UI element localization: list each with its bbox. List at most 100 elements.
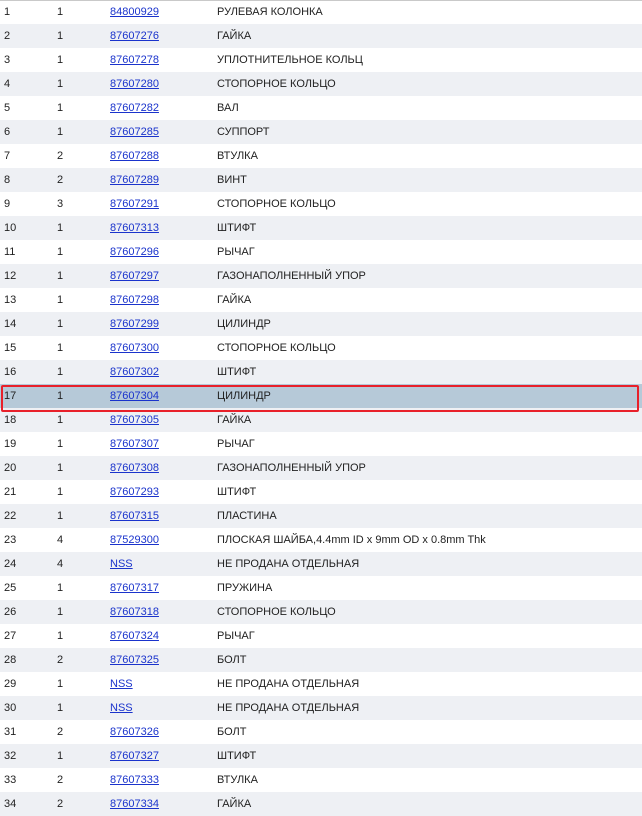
row-part-number-cell: 87607308 xyxy=(110,456,217,480)
part-number-link[interactable]: 87607334 xyxy=(110,798,159,810)
table-row[interactable]: 6187607285СУППОРТ xyxy=(0,120,642,144)
part-number-link[interactable]: 87607278 xyxy=(110,54,159,66)
row-quantity: 1 xyxy=(57,432,110,456)
table-row[interactable]: 9387607291СТОПОРНОЕ КОЛЬЦО xyxy=(0,192,642,216)
row-part-number-cell: 87607291 xyxy=(110,192,217,216)
row-quantity: 1 xyxy=(57,408,110,432)
table-row[interactable]: 18187607305ГАЙКА xyxy=(0,408,642,432)
row-part-name: ШТИФТ xyxy=(217,744,642,768)
table-row[interactable]: 2187607276ГАЙКА xyxy=(0,24,642,48)
table-row[interactable]: 3187607278УПЛОТНИТЕЛЬНОЕ КОЛЬЦ xyxy=(0,48,642,72)
row-position: 23 xyxy=(0,528,57,552)
row-part-name: РЫЧАГ xyxy=(217,240,642,264)
row-part-number-cell: NSS xyxy=(110,672,217,696)
row-position: 31 xyxy=(0,720,57,744)
row-part-number-cell: 87607298 xyxy=(110,288,217,312)
table-row[interactable]: 244NSSНЕ ПРОДАНА ОТДЕЛЬНАЯ xyxy=(0,552,642,576)
row-part-number-cell: 87607304 xyxy=(110,384,217,408)
part-number-link[interactable]: 87607288 xyxy=(110,150,159,162)
row-part-name: ГАЙКА xyxy=(217,24,642,48)
part-number-link[interactable]: 87529300 xyxy=(110,534,159,546)
table-row[interactable]: 32187607327ШТИФТ xyxy=(0,744,642,768)
part-number-link[interactable]: 87607304 xyxy=(110,390,159,402)
table-row[interactable]: 19187607307РЫЧАГ xyxy=(0,432,642,456)
table-row[interactable]: 20187607308ГАЗОНАПОЛНЕННЫЙ УПОР xyxy=(0,456,642,480)
table-row[interactable]: 291NSSНЕ ПРОДАНА ОТДЕЛЬНАЯ xyxy=(0,672,642,696)
row-quantity: 1 xyxy=(57,1,110,25)
part-number-link[interactable]: 87607307 xyxy=(110,438,159,450)
table-row-selected[interactable]: 17187607304ЦИЛИНДР xyxy=(0,384,642,408)
table-row[interactable]: 7287607288ВТУЛКА xyxy=(0,144,642,168)
part-number-link[interactable]: 87607291 xyxy=(110,198,159,210)
part-number-link[interactable]: 87607289 xyxy=(110,174,159,186)
part-number-link[interactable]: 87607293 xyxy=(110,486,159,498)
part-number-link[interactable]: 87607305 xyxy=(110,414,159,426)
row-position: 32 xyxy=(0,744,57,768)
part-number-link[interactable]: 87607300 xyxy=(110,342,159,354)
row-part-name: РУЛЕВАЯ КОЛОНКА xyxy=(217,1,642,25)
table-row[interactable]: 26187607318СТОПОРНОЕ КОЛЬЦО xyxy=(0,600,642,624)
part-number-link[interactable]: 87607308 xyxy=(110,462,159,474)
table-row[interactable]: 21187607293ШТИФТ xyxy=(0,480,642,504)
part-number-link[interactable]: 87607296 xyxy=(110,246,159,258)
table-row[interactable]: 10187607313ШТИФТ xyxy=(0,216,642,240)
part-number-link[interactable]: 87607326 xyxy=(110,726,159,738)
row-position: 26 xyxy=(0,600,57,624)
row-position: 1 xyxy=(0,1,57,25)
row-quantity: 2 xyxy=(57,768,110,792)
table-row[interactable]: 34287607334ГАЙКА xyxy=(0,792,642,816)
part-number-link[interactable]: 87607302 xyxy=(110,366,159,378)
row-position: 12 xyxy=(0,264,57,288)
table-row[interactable]: 12187607297ГАЗОНАПОЛНЕННЫЙ УПОР xyxy=(0,264,642,288)
table-row[interactable]: 25187607317ПРУЖИНА xyxy=(0,576,642,600)
table-row[interactable]: 22187607315ПЛАСТИНА xyxy=(0,504,642,528)
row-part-name: ГАЗОНАПОЛНЕННЫЙ УПОР xyxy=(217,456,642,480)
table-row[interactable]: 4187607280СТОПОРНОЕ КОЛЬЦО xyxy=(0,72,642,96)
part-number-link[interactable]: NSS xyxy=(110,558,133,570)
part-number-link[interactable]: 87607298 xyxy=(110,294,159,306)
table-row[interactable]: 14187607299ЦИЛИНДР xyxy=(0,312,642,336)
part-number-link[interactable]: NSS xyxy=(110,702,133,714)
part-number-link[interactable]: 87607317 xyxy=(110,582,159,594)
part-number-link[interactable]: 87607276 xyxy=(110,30,159,42)
table-row[interactable]: 23487529300ПЛОСКАЯ ШАЙБА,4.4mm ID x 9mm … xyxy=(0,528,642,552)
table-row[interactable]: 301NSSНЕ ПРОДАНА ОТДЕЛЬНАЯ xyxy=(0,696,642,720)
row-position: 13 xyxy=(0,288,57,312)
row-part-number-cell: 87607305 xyxy=(110,408,217,432)
part-number-link[interactable]: 84800929 xyxy=(110,6,159,18)
row-part-number-cell: NSS xyxy=(110,696,217,720)
part-number-link[interactable]: 87607285 xyxy=(110,126,159,138)
row-part-number-cell: 87607324 xyxy=(110,624,217,648)
part-number-link[interactable]: 87607318 xyxy=(110,606,159,618)
table-row[interactable]: 27187607324РЫЧАГ xyxy=(0,624,642,648)
row-part-number-cell: 87607300 xyxy=(110,336,217,360)
row-part-name: СТОПОРНОЕ КОЛЬЦО xyxy=(217,600,642,624)
table-row[interactable]: 16187607302ШТИФТ xyxy=(0,360,642,384)
table-row[interactable]: 33287607333ВТУЛКА xyxy=(0,768,642,792)
part-number-link[interactable]: 87607325 xyxy=(110,654,159,666)
table-row[interactable]: 8287607289ВИНТ xyxy=(0,168,642,192)
table-row[interactable]: 31287607326БОЛТ xyxy=(0,720,642,744)
part-number-link[interactable]: 87607315 xyxy=(110,510,159,522)
row-position: 22 xyxy=(0,504,57,528)
table-row[interactable]: 5187607282ВАЛ xyxy=(0,96,642,120)
part-number-link[interactable]: 87607299 xyxy=(110,318,159,330)
row-part-name: ВТУЛКА xyxy=(217,144,642,168)
part-number-link[interactable]: 87607313 xyxy=(110,222,159,234)
part-number-link[interactable]: 87607327 xyxy=(110,750,159,762)
table-row[interactable]: 28287607325БОЛТ xyxy=(0,648,642,672)
part-number-link[interactable]: 87607280 xyxy=(110,78,159,90)
row-part-name: ГАЙКА xyxy=(217,288,642,312)
part-number-link[interactable]: 87607333 xyxy=(110,774,159,786)
part-number-link[interactable]: 87607297 xyxy=(110,270,159,282)
row-part-name: СУППОРТ xyxy=(217,120,642,144)
row-position: 20 xyxy=(0,456,57,480)
table-row[interactable]: 11187607296РЫЧАГ xyxy=(0,240,642,264)
part-number-link[interactable]: NSS xyxy=(110,678,133,690)
table-row[interactable]: 13187607298ГАЙКА xyxy=(0,288,642,312)
part-number-link[interactable]: 87607282 xyxy=(110,102,159,114)
part-number-link[interactable]: 87607324 xyxy=(110,630,159,642)
table-row[interactable]: 15187607300СТОПОРНОЕ КОЛЬЦО xyxy=(0,336,642,360)
row-quantity: 1 xyxy=(57,240,110,264)
table-row[interactable]: 1184800929РУЛЕВАЯ КОЛОНКА xyxy=(0,1,642,25)
